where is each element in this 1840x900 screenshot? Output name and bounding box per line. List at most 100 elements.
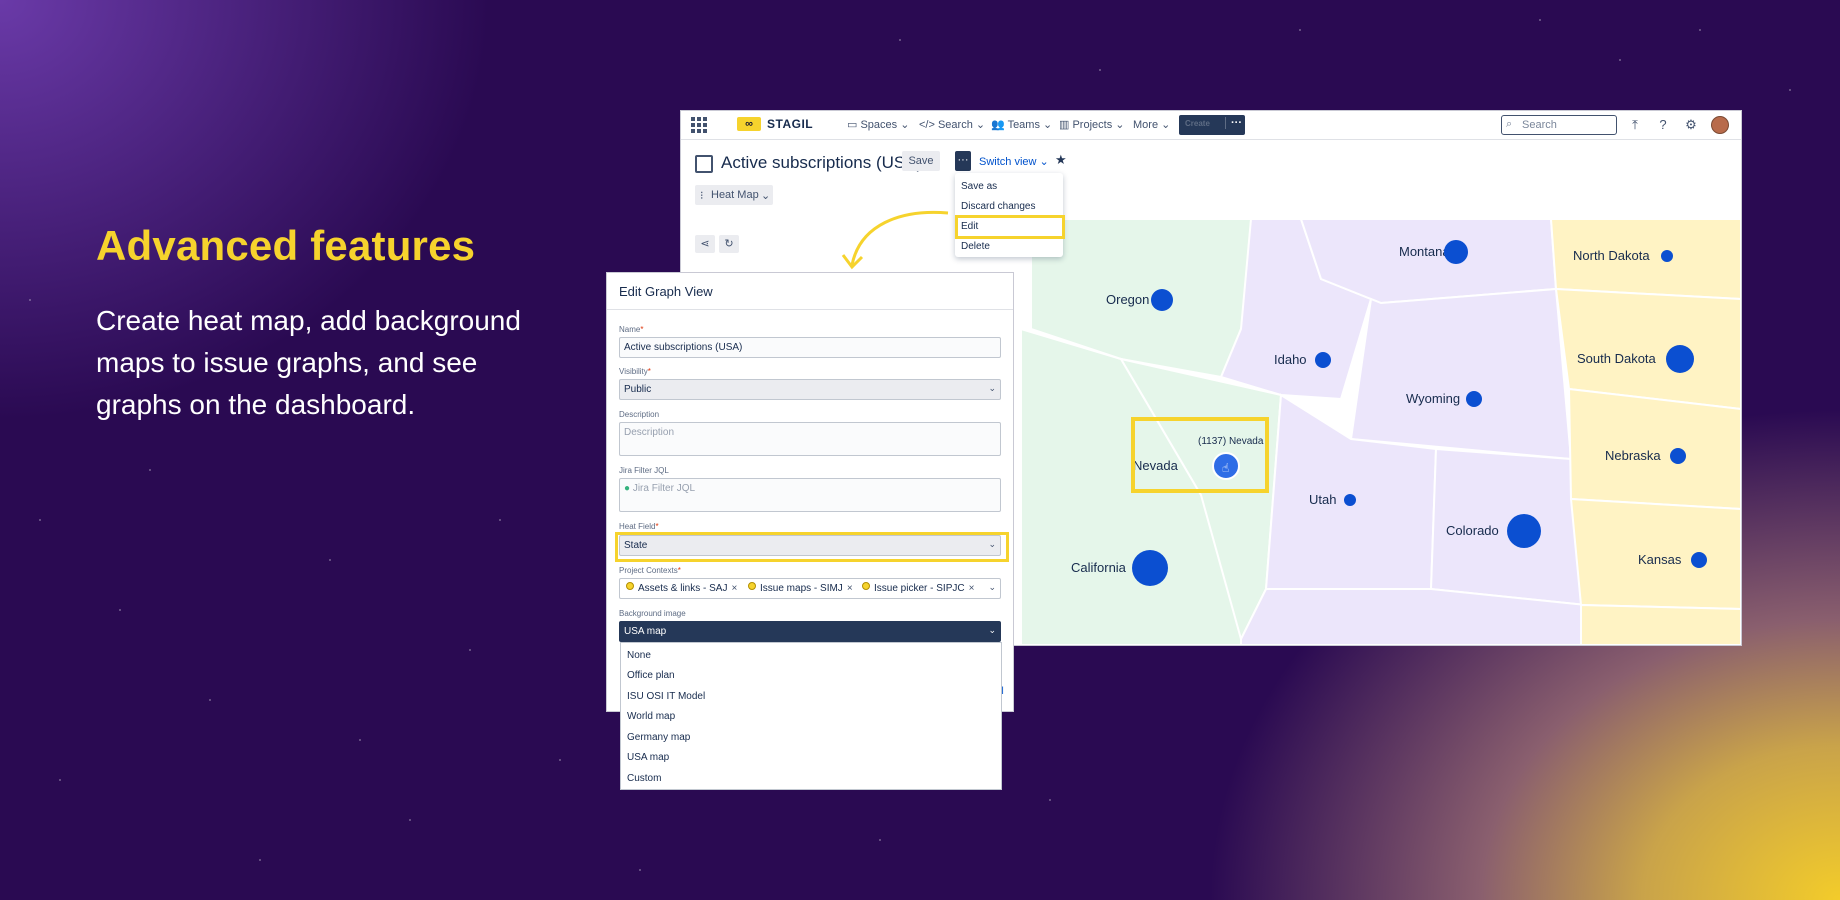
context-tag[interactable]: Assets & links - SAJ ×: [626, 582, 737, 594]
context-tag[interactable]: Issue picker - SIPJC ×: [862, 582, 974, 594]
curved-arrow-icon: [841, 210, 949, 270]
dialog-title: Edit Graph View: [619, 284, 713, 299]
switch-view-button[interactable]: Switch view ⌄: [979, 155, 1049, 168]
option-world-map[interactable]: World map: [627, 711, 675, 722]
top-navigation: ∞ STAGIL ▭ Spaces ⌄ </> Search ⌄ 👥 Teams…: [681, 111, 1741, 140]
map-view-icon: [695, 155, 713, 173]
option-custom[interactable]: Custom: [627, 773, 661, 784]
bubble-montana: [1444, 240, 1468, 264]
option-isu-osi-it-model[interactable]: ISU OSI IT Model: [627, 691, 705, 702]
bubble-california: [1132, 550, 1168, 586]
label-utah: Utah: [1309, 492, 1336, 507]
description-field[interactable]: Description: [619, 422, 1001, 456]
project-icon: [748, 582, 756, 590]
create-more-icon: ···: [1225, 117, 1242, 129]
option-germany-map[interactable]: Germany map: [627, 732, 690, 743]
chevron-down-icon: ⌄: [988, 625, 996, 635]
page-title: Active subscriptions (USA): [721, 153, 923, 172]
option-office-plan[interactable]: Office plan: [627, 670, 675, 681]
label-wyoming: Wyoming: [1406, 391, 1460, 406]
label-idaho: Idaho: [1274, 352, 1307, 367]
jql-label: Jira Filter JQL: [619, 466, 669, 475]
nav-search[interactable]: </> Search ⌄: [919, 118, 985, 131]
view-type-select[interactable]: ⁝ Heat Map ⌄: [695, 185, 773, 205]
remove-tag-icon: ×: [968, 583, 975, 594]
project-contexts-select[interactable]: Assets & links - SAJ × Issue maps - SIMJ ×…: [619, 578, 1001, 599]
bubble-colorado: [1507, 514, 1541, 548]
option-none[interactable]: None: [627, 650, 651, 661]
bubble-idaho: [1315, 352, 1331, 368]
nevada-tooltip: (1137) Nevada: [1198, 436, 1264, 447]
nav-teams[interactable]: 👥 Teams ⌄: [991, 118, 1052, 131]
label-south-dakota: South Dakota: [1577, 351, 1657, 366]
edit-highlight-box: [955, 215, 1065, 239]
chevron-down-icon: ⌄: [988, 582, 996, 592]
search-input[interactable]: ⌕ Search: [1501, 115, 1617, 135]
name-label: Name*: [619, 325, 644, 334]
more-actions-button[interactable]: ···: [955, 151, 971, 171]
promo-title: Advanced features: [96, 222, 476, 269]
stagil-logo[interactable]: ∞ STAGIL: [737, 117, 813, 131]
state-wyoming: [1349, 287, 1573, 461]
state-oklahoma: [1580, 603, 1741, 645]
option-usa-map[interactable]: USA map: [627, 752, 669, 763]
chevron-down-icon: ⌄: [988, 539, 996, 549]
app-switcher-icon[interactable]: [691, 117, 707, 133]
infinity-logo-icon: ∞: [737, 117, 761, 131]
bubble-south-dakota: [1666, 345, 1694, 373]
label-nebraska: Nebraska: [1605, 448, 1661, 463]
refresh-icon[interactable]: ↻: [719, 235, 739, 253]
project-icon: [862, 582, 870, 590]
label-north-dakota: North Dakota: [1573, 248, 1650, 263]
check-circle-icon: ●: [624, 483, 631, 494]
heat-field-select[interactable]: State ⌄: [619, 535, 1001, 556]
star-icon[interactable]: ★: [1055, 152, 1067, 168]
context-tag[interactable]: Issue maps - SIMJ ×: [748, 582, 853, 594]
menu-item-save-as[interactable]: Save as: [961, 181, 997, 192]
bubble-utah: [1344, 494, 1356, 506]
search-icon: ⌕: [1506, 118, 1513, 130]
heat-field-label: Heat Field*: [619, 522, 659, 531]
actions-menu: Save as Discard changes Edit Delete: [955, 173, 1065, 257]
label-oregon: Oregon: [1106, 292, 1149, 307]
label-kansas: Kansas: [1638, 552, 1682, 567]
bubble-wyoming: [1466, 391, 1482, 407]
nav-spaces[interactable]: ▭ Spaces ⌄: [847, 118, 909, 131]
map-toolbar: ⋖ ↻: [695, 235, 739, 253]
visibility-select[interactable]: Public ⌄: [619, 379, 1001, 400]
bubble-north-dakota: [1661, 250, 1673, 262]
upload-icon[interactable]: ⤒: [1627, 117, 1643, 133]
label-california: California: [1071, 560, 1127, 575]
name-field[interactable]: Active subscriptions (USA): [619, 337, 1001, 358]
hand-cursor-icon: ☝: [1222, 461, 1229, 475]
share-icon[interactable]: ⋖: [695, 235, 715, 253]
bubble-oregon: [1151, 289, 1173, 311]
label-colorado: Colorado: [1446, 523, 1499, 538]
user-avatar[interactable]: [1711, 116, 1729, 134]
nav-projects[interactable]: ▥ Projects ⌄: [1059, 118, 1124, 131]
help-icon[interactable]: ?: [1655, 117, 1671, 133]
bubble-nebraska: [1670, 448, 1686, 464]
chevron-down-icon: ⌄: [988, 383, 996, 393]
menu-item-delete[interactable]: Delete: [961, 241, 990, 252]
description-label: Description: [619, 410, 660, 419]
promo-block: Advanced features Create heat map, add b…: [96, 222, 536, 426]
label-nevada: Nevada: [1133, 458, 1179, 473]
settings-gear-icon[interactable]: ⚙: [1683, 117, 1699, 133]
save-button[interactable]: Save: [902, 151, 940, 171]
jql-field[interactable]: ● Jira Filter JQL: [619, 478, 1001, 512]
background-image-label: Background image: [619, 609, 686, 618]
remove-tag-icon: ×: [731, 583, 738, 594]
project-icon: [626, 582, 634, 590]
background-image-select[interactable]: USA map ⌄: [619, 621, 1001, 642]
chevron-down-icon: ⌄: [761, 190, 771, 202]
create-button[interactable]: Create ···: [1179, 115, 1245, 135]
dialog-divider: [607, 309, 1013, 310]
label-montana: Montana: [1399, 244, 1450, 259]
visibility-label: Visibility*: [619, 367, 651, 376]
bubble-kansas: [1691, 552, 1707, 568]
project-contexts-label: Project Contexts*: [619, 566, 681, 575]
nav-more[interactable]: More ⌄: [1133, 118, 1170, 131]
promo-body: Create heat map, add background maps to …: [96, 305, 521, 420]
menu-item-discard-changes[interactable]: Discard changes: [961, 201, 1035, 212]
